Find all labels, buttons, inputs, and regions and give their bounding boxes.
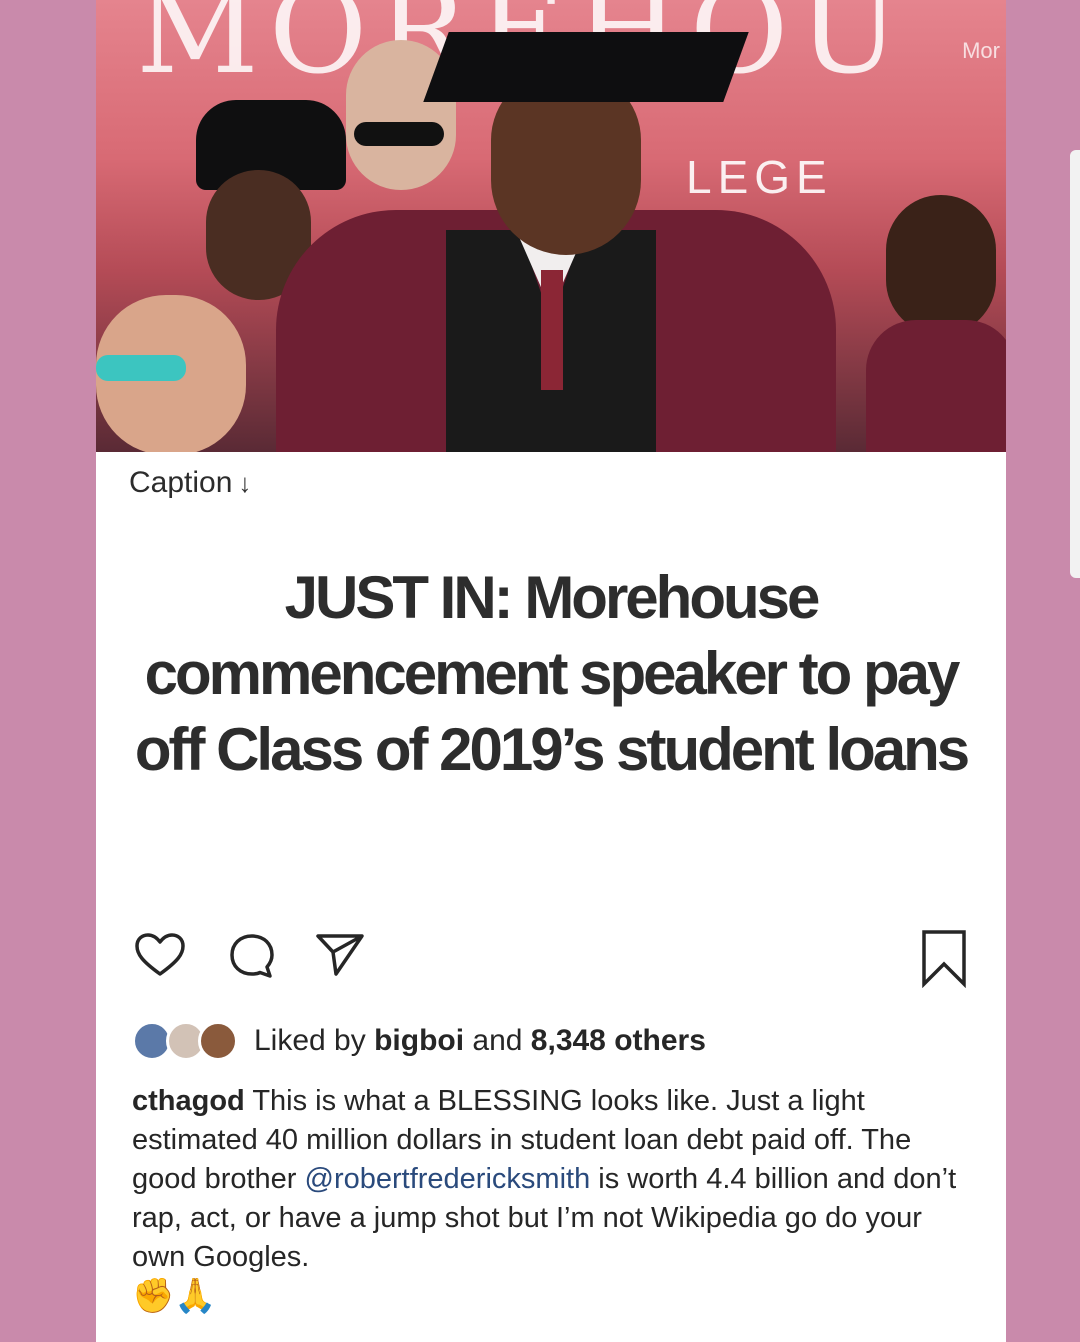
robe xyxy=(866,320,1006,452)
bookmark-icon[interactable] xyxy=(916,928,972,993)
caption-label: Caption ↓ xyxy=(129,466,251,500)
background-person xyxy=(886,195,996,335)
speaker-tie xyxy=(541,270,563,390)
heart-icon[interactable] xyxy=(132,928,188,989)
avatar xyxy=(198,1021,238,1061)
side-scroll-handle[interactable] xyxy=(1070,150,1080,578)
liker-username[interactable]: bigboi xyxy=(374,1024,464,1057)
post-caption: cthagod This is what a BLESSING looks li… xyxy=(132,1082,982,1277)
likes-count[interactable]: 8,348 others xyxy=(531,1024,706,1057)
post-actions xyxy=(132,928,972,989)
headline: JUST IN: Morehouse commencement speaker … xyxy=(134,564,970,783)
likes-middle: and xyxy=(464,1024,531,1057)
emoji-fist-pray: ✊🙏 xyxy=(132,1277,217,1315)
share-icon[interactable] xyxy=(312,928,368,989)
sunglasses xyxy=(354,122,444,146)
speaker-graduation-cap xyxy=(423,32,749,102)
mention-link[interactable]: @robertfredericksmith xyxy=(305,1163,591,1195)
watermark: Mor xyxy=(962,38,1000,63)
banner-subtext: LEGE xyxy=(686,151,833,203)
post-photo[interactable]: MOREHOU LEGE Mor xyxy=(96,0,1006,452)
caption-label-text: Caption xyxy=(129,466,233,499)
likes-text: Liked by bigboi and 8,348 others xyxy=(254,1024,706,1058)
sunglasses xyxy=(96,355,186,381)
arrow-down-icon: ↓ xyxy=(238,467,252,498)
post-username[interactable]: cthagod xyxy=(132,1085,245,1117)
liker-avatars xyxy=(132,1018,244,1064)
comment-icon[interactable] xyxy=(224,928,280,989)
likes-row[interactable]: Liked by bigboi and 8,348 others xyxy=(132,1018,706,1064)
likes-prefix: Liked by xyxy=(254,1024,375,1057)
instagram-post-card: MOREHOU LEGE Mor Caption ↓ JUST IN: More… xyxy=(96,0,1006,1342)
